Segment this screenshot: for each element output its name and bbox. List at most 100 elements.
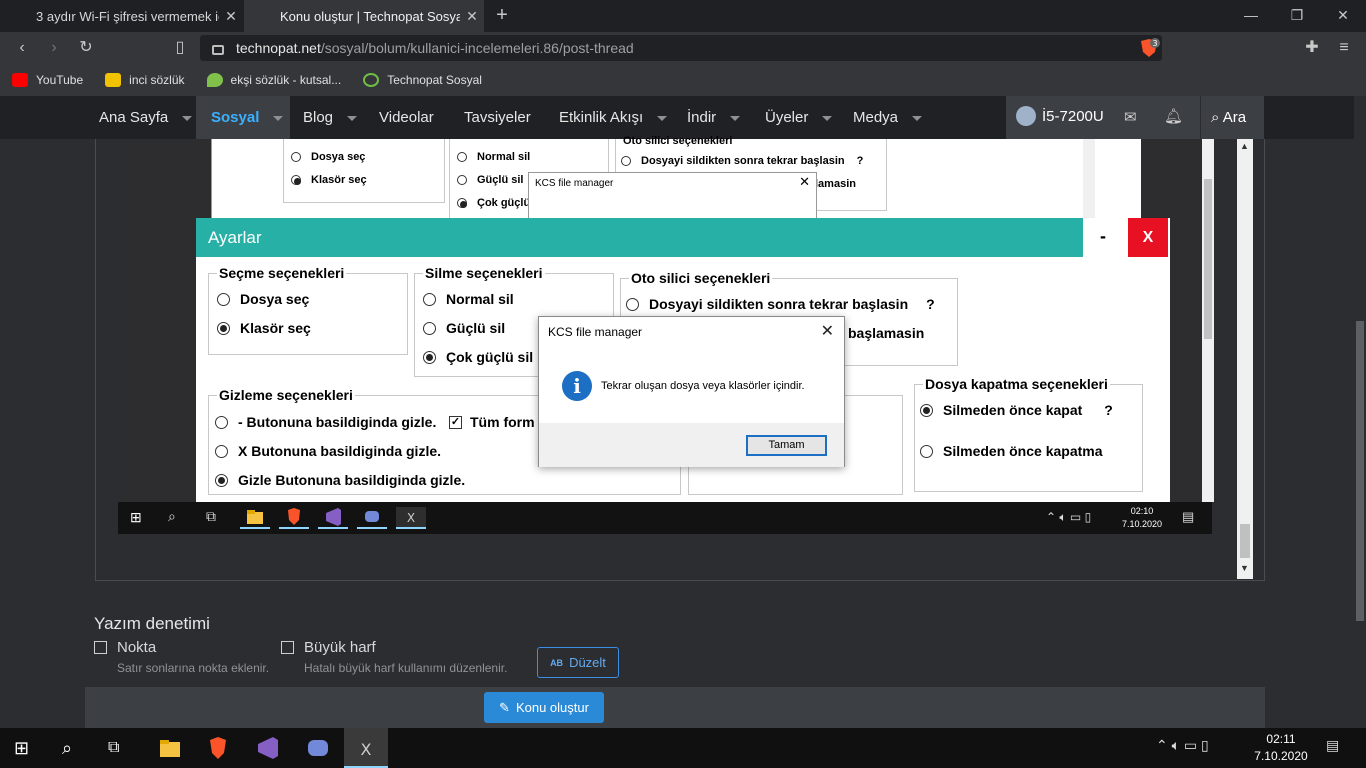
tray-icons[interactable]: ⌃ 🔈︎ ▭ ▯	[1156, 737, 1209, 754]
nav-videolar[interactable]: Videolar	[379, 96, 434, 139]
secme-group: Seçme seçenekleri	[208, 265, 408, 355]
nav-indir[interactable]: İndir	[687, 96, 741, 139]
konu-olustur-button[interactable]: ✎ Konu oluştur	[484, 692, 604, 723]
chevron-down-icon[interactable]	[730, 115, 741, 121]
menu-icon[interactable]: ≡	[1332, 36, 1356, 60]
checkbox-nokta[interactable]: Nokta	[94, 639, 156, 656]
checkbox-tum-form[interactable]: ✓ Tüm form	[449, 414, 535, 430]
notification-icon[interactable]: ▤	[1326, 737, 1339, 754]
extensions-icon[interactable]: ✚	[1300, 36, 1324, 60]
bell-icon[interactable]: 🔔︎	[1164, 107, 1183, 125]
group-title: Gizleme seçenekleri	[217, 387, 355, 403]
user-account[interactable]: İ5-7200U	[1016, 106, 1104, 126]
group-title: Seçme seçenekleri	[217, 265, 347, 281]
chevron-down-icon[interactable]	[657, 115, 668, 121]
nav-medya[interactable]: Medya	[853, 96, 923, 139]
checkbox-buyuk-harf[interactable]: Büyük harf	[281, 639, 376, 656]
eksi-icon	[206, 73, 223, 87]
chevron-down-icon[interactable]	[182, 115, 193, 121]
mail-icon[interactable]: ✉	[1124, 108, 1137, 126]
dialog-message: Tekrar oluşan dosya veya klasörler içind…	[601, 380, 805, 392]
bookmark-youtube[interactable]: YouTube	[12, 73, 83, 87]
brave-badge-count: 3	[1152, 39, 1157, 48]
brave-shields-icon[interactable]: 3	[1138, 38, 1160, 58]
svg-text:X: X	[361, 740, 372, 759]
page-scrollbar[interactable]	[1354, 96, 1366, 728]
editor-scrollbar[interactable]: ▲ ▼	[1237, 139, 1253, 579]
system-clock[interactable]: 02:11 7.10.2020	[1254, 731, 1308, 765]
radio-klasor-sec[interactable]: Klasör seç	[217, 320, 311, 336]
scroll-down-icon[interactable]: ▼	[1240, 563, 1249, 573]
radio-guclu-sil[interactable]: Güçlü sil	[423, 320, 505, 336]
spellcheck-title: Yazım denetimi	[94, 614, 210, 633]
spellcheck-icon: AB	[550, 657, 564, 668]
settings-scrollbar[interactable]	[1202, 139, 1214, 502]
forward-icon[interactable]: ›	[42, 36, 66, 60]
nav-tavsiyeler[interactable]: Tavsiyeler	[464, 96, 531, 139]
nav-blog[interactable]: Blog	[303, 96, 358, 139]
back-icon[interactable]: ‹	[10, 36, 34, 60]
visual-studio-icon	[318, 507, 348, 529]
group-title: Silme seçenekleri	[423, 265, 545, 281]
bookmark-technopat[interactable]: Technopat Sosyal	[363, 73, 482, 87]
kcs-app-icon: X	[396, 507, 426, 529]
buyuk-harf-description: Hatalı büyük harf kullanımı düzenlenir.	[304, 661, 508, 675]
settings-title: Ayarlar	[196, 218, 1083, 257]
search-button[interactable]: ⌕ Ara	[1200, 96, 1264, 139]
search-icon[interactable]: ⌕	[62, 736, 86, 760]
bookmark-eksi[interactable]: ekşi sözlük - kutsal...	[206, 73, 342, 87]
minimize-icon[interactable]: —	[1228, 0, 1274, 32]
minimize-button[interactable]: -	[1083, 218, 1123, 257]
ok-button[interactable]: Tamam	[746, 435, 827, 456]
radio-gizle-minus[interactable]: - Butonuna basildiginda gizle.	[215, 414, 436, 430]
nav-uyeler[interactable]: Üyeler	[765, 96, 833, 139]
tab-close-icon[interactable]: ✕	[219, 8, 243, 25]
radio-normal-sil[interactable]: Normal sil	[423, 291, 514, 307]
chevron-down-icon[interactable]	[347, 115, 358, 121]
restore-icon[interactable]: ❐	[1274, 0, 1320, 32]
radio-silmeden-kapatma[interactable]: Silmeden önce kapatma	[920, 443, 1103, 459]
chevron-down-icon[interactable]	[273, 115, 284, 121]
radio-cok-guclu-sil[interactable]: Çok güçlü sil	[423, 349, 533, 365]
discord-icon[interactable]	[306, 736, 330, 760]
reload-icon[interactable]: ↻	[74, 36, 98, 60]
windows-start-icon[interactable]: ⊞	[14, 736, 38, 760]
group-title: Dosya kapatma seçenekleri	[923, 376, 1110, 392]
radio-gizle-button[interactable]: Gizle Butonuna basildiginda gizle.	[215, 472, 465, 488]
chevron-down-icon[interactable]	[912, 115, 923, 121]
chevron-down-icon[interactable]	[822, 115, 833, 121]
submit-bar	[85, 687, 1265, 728]
lock-icon	[212, 45, 224, 55]
radio-silmeden-kapat[interactable]: Silmeden önce kapat?	[920, 402, 1113, 418]
browser-tab-active[interactable]: Konu oluştur | Technopat Sosyal ✕	[244, 0, 484, 760]
browser-tab[interactable]: 3 aydır Wi-Fi şifresi vermemek için ✕	[0, 0, 243, 760]
scroll-up-icon[interactable]: ▲	[1240, 141, 1249, 151]
nav-ana-sayfa[interactable]: Ana Sayfa	[99, 96, 193, 139]
address-bar[interactable]: technopat.net/sosyal/bolum/kullanici-inc…	[200, 35, 1162, 61]
bookmark-icon[interactable]: ▯	[168, 36, 192, 60]
tab-title: 3 aydır Wi-Fi şifresi vermemek için	[36, 8, 219, 24]
new-tab-icon[interactable]: +	[490, 4, 514, 28]
radio-dosya-sec[interactable]: Dosya seç	[217, 291, 309, 307]
kcs-taskbar-button[interactable]: X	[344, 728, 388, 768]
nav-sosyal-label[interactable]: Sosyal	[211, 96, 284, 139]
nav-etkinlik[interactable]: Etkinlik Akışı	[559, 96, 668, 139]
bookmark-inci[interactable]: inci sözlük	[105, 73, 185, 87]
file-explorer-icon[interactable]	[158, 736, 182, 760]
task-view-icon[interactable]: ⧉	[108, 736, 132, 760]
radio-gizle-x[interactable]: X Butonuna basildiginda gizle.	[215, 443, 441, 459]
bookmark-label: ekşi sözlük - kutsal...	[230, 73, 342, 87]
tab-close-icon[interactable]: ✕	[460, 8, 484, 25]
duzelt-button[interactable]: AB Düzelt	[537, 647, 619, 678]
search-icon: ⌕	[168, 508, 176, 524]
close-icon[interactable]: ✕	[821, 321, 834, 341]
radio-oto-baslasin[interactable]: Dosyayi sildikten sonra tekrar başlasin?	[626, 296, 935, 312]
radio-oto-baslamasin-label[interactable]: başlamasin	[848, 325, 924, 341]
task-view-icon: ⧉	[206, 508, 216, 524]
window-close-icon[interactable]: ✕	[1320, 0, 1366, 32]
visual-studio-icon[interactable]	[256, 736, 280, 760]
brave-icon[interactable]	[206, 736, 230, 760]
search-icon: ⌕	[1211, 109, 1220, 126]
close-button[interactable]: X	[1128, 218, 1168, 257]
dialog-title: KCS file manager	[535, 178, 614, 189]
